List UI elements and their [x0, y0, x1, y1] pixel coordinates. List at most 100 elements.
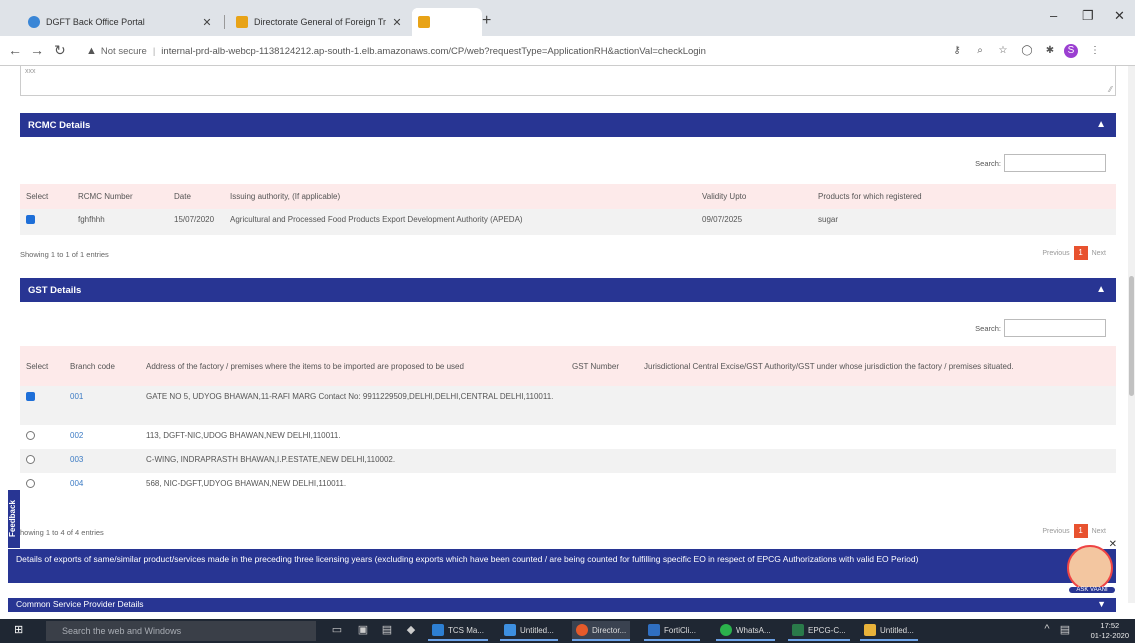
excel-icon: [792, 624, 804, 636]
row-select-cell: [20, 473, 64, 497]
gst-col-address[interactable]: Address of the factory / premises where …: [140, 346, 566, 386]
new-tab-button[interactable]: +: [482, 12, 491, 30]
taskbar-app[interactable]: Untitled...: [860, 621, 918, 641]
close-window-button[interactable]: ✕: [1114, 8, 1125, 24]
rcmc-section: RCMC Details ▲ Search: Select RCMC Numbe…: [20, 113, 1116, 260]
branch-code-cell[interactable]: 001: [64, 386, 140, 425]
rcmc-col-validity[interactable]: Validity Upto: [696, 184, 812, 209]
rcmc-col-number[interactable]: RCMC Number: [72, 184, 168, 209]
extension-circle-icon[interactable]: ◯: [1020, 44, 1034, 58]
notification-icon[interactable]: ▤: [1058, 623, 1072, 637]
csp-header[interactable]: Common Service Provider Details ▼: [8, 598, 1116, 612]
app-icon[interactable]: ◆: [404, 623, 418, 637]
maximize-button[interactable]: ❐: [1082, 8, 1094, 24]
taskbar-app[interactable]: Director...: [572, 621, 631, 641]
chevron-up-icon[interactable]: ^: [1040, 623, 1054, 637]
chevron-down-icon[interactable]: ▼: [1097, 599, 1106, 609]
close-tab-icon[interactable]: ✕: [392, 16, 402, 29]
row-checkbox[interactable]: [26, 215, 35, 224]
taskbar-search[interactable]: Search the web and Windows: [46, 621, 316, 641]
page-button[interactable]: 1: [1073, 524, 1088, 538]
address-cell: GATE NO 5, UDYOG BHAWAN,11-RAFI MARG Con…: [140, 386, 566, 425]
feedback-tab[interactable]: Feedback: [8, 490, 20, 548]
gst-header[interactable]: GST Details ▲: [20, 278, 1116, 302]
taskbar-app-label: Director...: [592, 625, 627, 635]
taskbar-app-label: Untitled...: [520, 625, 554, 635]
whatsapp-icon: [720, 624, 732, 636]
next-link[interactable]: Next: [1092, 250, 1106, 257]
key-icon[interactable]: ⚷: [950, 44, 964, 58]
back-arrow-icon[interactable]: ←: [8, 42, 22, 58]
branch-code-cell[interactable]: 002: [64, 425, 140, 449]
remarks-textarea[interactable]: xxx ⁄⁄: [20, 66, 1116, 96]
taskbar-clock[interactable]: 17:52 01-12-2020: [1091, 621, 1129, 641]
jurisdiction-cell: [638, 425, 1116, 449]
minimize-button[interactable]: –: [1050, 8, 1057, 23]
taskbar-app-label: EPCG-C...: [808, 625, 846, 635]
gst-col-branch[interactable]: Branch code: [64, 346, 140, 386]
rcmc-showing: Showing 1 to 1 of 1 entries: [20, 250, 109, 259]
tab-directorate-1[interactable]: Directorate General of Foreign Tr ✕: [228, 8, 410, 36]
gst-number-cell: [566, 386, 638, 425]
profile-avatar[interactable]: S: [1064, 44, 1078, 58]
gst-col-jurisdiction[interactable]: Jurisdictional Central Excise/GST Author…: [638, 346, 1116, 386]
rcmc-date-cell: 15/07/2020: [168, 209, 224, 235]
exports-details-header[interactable]: Details of exports of same/similar produ…: [8, 549, 1116, 583]
gst-search-input[interactable]: [1004, 319, 1106, 337]
page-scrollbar[interactable]: [1128, 66, 1135, 603]
task-view-icon[interactable]: ▭: [330, 623, 344, 637]
rcmc-search-input[interactable]: [1004, 154, 1106, 172]
active-tab-label-wrap[interactable]: [412, 8, 478, 36]
next-link[interactable]: Next: [1092, 528, 1106, 535]
taskbar-app[interactable]: Untitled...: [500, 621, 558, 641]
row-radio[interactable]: [26, 455, 35, 464]
files-icon[interactable]: ▤: [380, 623, 394, 637]
chevron-up-icon[interactable]: ▲: [1096, 119, 1106, 130]
table-row: fghfhhh 15/07/2020 Agricultural and Proc…: [20, 209, 1116, 235]
gst-number-cell: [566, 449, 638, 473]
page-button[interactable]: 1: [1073, 246, 1088, 260]
taskbar-app[interactable]: WhatsA...: [716, 621, 775, 641]
chevron-up-icon[interactable]: ▲: [1096, 284, 1106, 295]
not-secure-label[interactable]: Not secure: [101, 46, 147, 57]
tab-dgft-back-office[interactable]: DGFT Back Office Portal ✕: [20, 8, 220, 36]
tab-title: DGFT Back Office Portal: [46, 17, 145, 27]
store-icon[interactable]: ▣: [356, 623, 370, 637]
zoom-icon[interactable]: ⌕: [973, 44, 987, 58]
row-radio[interactable]: [26, 431, 35, 440]
url-field[interactable]: ▲ Not secure | internal-prd-alb-webcp-11…: [86, 40, 926, 62]
assistant-avatar[interactable]: ✕ ASK VAANI: [1067, 539, 1117, 593]
taskbar-app-label: TCS Ma...: [448, 625, 485, 635]
resize-handle-icon[interactable]: ⁄⁄: [1109, 85, 1112, 94]
prev-link[interactable]: Previous: [1042, 250, 1069, 257]
emblem-icon: [236, 16, 248, 28]
taskbar-app-label: Untitled...: [880, 625, 914, 635]
rcmc-col-select[interactable]: Select: [20, 184, 72, 209]
rcmc-col-date[interactable]: Date: [168, 184, 224, 209]
star-icon[interactable]: ☆: [996, 44, 1010, 58]
menu-dots-icon[interactable]: ⋮: [1088, 44, 1102, 58]
rcmc-col-products[interactable]: Products for which registered: [812, 184, 1116, 209]
taskbar-app[interactable]: TCS Ma...: [428, 621, 489, 641]
close-tab-icon[interactable]: ✕: [202, 16, 212, 29]
notepad-icon: [864, 624, 876, 636]
gst-col-select[interactable]: Select: [20, 346, 64, 386]
rcmc-col-authority[interactable]: Issuing authority, (If applicable): [224, 184, 696, 209]
puzzle-icon[interactable]: ✱: [1043, 44, 1057, 58]
row-checkbox[interactable]: [26, 392, 35, 401]
branch-code-cell[interactable]: 004: [64, 473, 140, 497]
windows-start-icon[interactable]: ⊞: [14, 623, 23, 636]
rcmc-products-cell: sugar: [812, 209, 1116, 235]
prev-link[interactable]: Previous: [1042, 528, 1069, 535]
rcmc-header[interactable]: RCMC Details ▲: [20, 113, 1116, 137]
gst-col-gst-number[interactable]: GST Number: [566, 346, 638, 386]
close-icon[interactable]: ✕: [1109, 539, 1117, 550]
scrollbar-thumb[interactable]: [1129, 276, 1134, 396]
row-radio[interactable]: [26, 479, 35, 488]
table-row: 002 113, DGFT-NIC,UDOG BHAWAN,NEW DELHI,…: [20, 425, 1116, 449]
taskbar-app[interactable]: EPCG-C...: [788, 621, 850, 641]
forward-arrow-icon[interactable]: →: [30, 42, 44, 58]
branch-code-cell[interactable]: 003: [64, 449, 140, 473]
reload-icon[interactable]: ↻: [54, 42, 66, 59]
taskbar-app[interactable]: FortiCli...: [644, 621, 700, 641]
